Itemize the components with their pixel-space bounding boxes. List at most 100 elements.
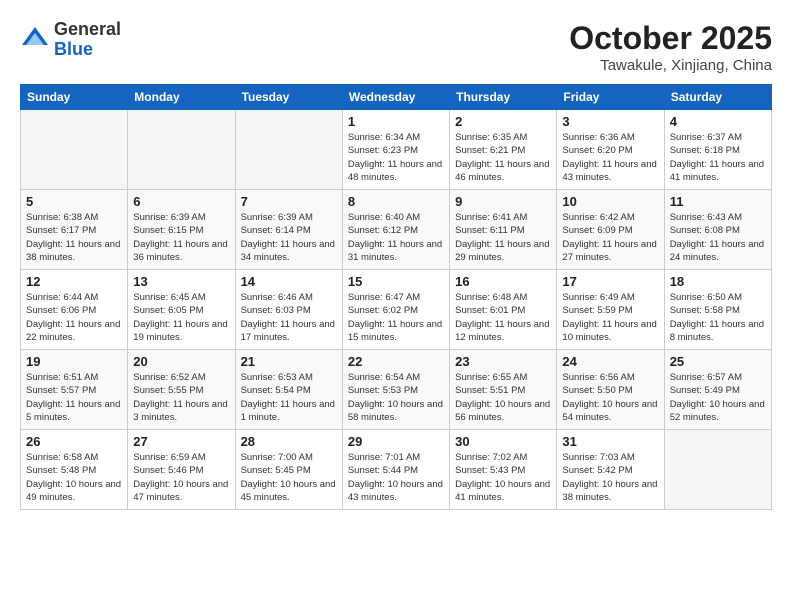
day-info: Sunrise: 6:53 AMSunset: 5:54 PMDaylight:… (241, 371, 337, 424)
day-number: 3 (562, 114, 658, 129)
day-cell: 11Sunrise: 6:43 AMSunset: 6:08 PMDayligh… (664, 190, 771, 270)
day-cell: 30 Sunrise: 7:02 AMSunset: 5:43 PMDayligh… (450, 430, 557, 510)
day-info: Sunrise: 6:44 AMSunset: 6:06 PMDaylight:… (26, 291, 122, 344)
day-number: 1 (348, 114, 444, 129)
day-cell: 22Sunrise: 6:54 AMSunset: 5:53 PMDayligh… (342, 350, 449, 430)
day-cell: 26 Sunrise: 6:58 AMSunset: 5:48 PMDayligh… (21, 430, 128, 510)
day-number: 31 (562, 434, 658, 449)
day-info: Sunrise: 7:02 AMSunset: 5:43 PMDaylight:… (455, 451, 551, 504)
day-info: Sunrise: 6:34 AMSunset: 6:23 PMDaylight:… (348, 131, 444, 184)
day-info: Sunrise: 7:03 AMSunset: 5:42 PMDaylight:… (562, 451, 658, 504)
week-row: 5 Sunrise: 6:38 AMSunset: 6:17 PMDaylight… (21, 190, 772, 270)
day-number: 2 (455, 114, 551, 129)
day-number: 25 (670, 354, 766, 369)
day-number: 12 (26, 274, 122, 289)
day-cell (128, 110, 235, 190)
day-info: Sunrise: 6:42 AMSunset: 6:09 PMDaylight:… (562, 211, 658, 264)
day-cell: 12 Sunrise: 6:44 AMSunset: 6:06 PMDayligh… (21, 270, 128, 350)
day-number: 28 (241, 434, 337, 449)
day-info: Sunrise: 6:36 AMSunset: 6:20 PMDaylight:… (562, 131, 658, 184)
weekday-header: Sunday (21, 85, 128, 110)
week-row: 19 Sunrise: 6:51 AMSunset: 5:57 PMDayligh… (21, 350, 772, 430)
day-info: Sunrise: 6:41 AMSunset: 6:11 PMDaylight:… (455, 211, 551, 264)
day-info: Sunrise: 6:39 AMSunset: 6:14 PMDaylight:… (241, 211, 337, 264)
day-cell: 23 Sunrise: 6:55 AMSunset: 5:51 PMDayligh… (450, 350, 557, 430)
day-cell: 25 Sunrise: 6:57 AMSunset: 5:49 PMDayligh… (664, 350, 771, 430)
day-number: 26 (26, 434, 122, 449)
day-info: Sunrise: 6:55 AMSunset: 5:51 PMDaylight:… (455, 371, 551, 424)
day-cell: 29Sunrise: 7:01 AMSunset: 5:44 PMDayligh… (342, 430, 449, 510)
day-cell: 3 Sunrise: 6:36 AMSunset: 6:20 PMDaylight… (557, 110, 664, 190)
weekday-header: Thursday (450, 85, 557, 110)
day-number: 15 (348, 274, 444, 289)
day-info: Sunrise: 6:38 AMSunset: 6:17 PMDaylight:… (26, 211, 122, 264)
day-number: 7 (241, 194, 337, 209)
day-number: 18 (670, 274, 766, 289)
day-cell: 1 Sunrise: 6:34 AMSunset: 6:23 PMDaylight… (342, 110, 449, 190)
day-number: 30 (455, 434, 551, 449)
day-cell (235, 110, 342, 190)
day-number: 24 (562, 354, 658, 369)
day-number: 10 (562, 194, 658, 209)
day-number: 27 (133, 434, 229, 449)
day-info: Sunrise: 6:43 AMSunset: 6:08 PMDaylight:… (670, 211, 766, 264)
week-row: 12 Sunrise: 6:44 AMSunset: 6:06 PMDayligh… (21, 270, 772, 350)
day-cell: 5 Sunrise: 6:38 AMSunset: 6:17 PMDaylight… (21, 190, 128, 270)
day-cell: 20 Sunrise: 6:52 AMSunset: 5:55 PMDayligh… (128, 350, 235, 430)
day-info: Sunrise: 6:45 AMSunset: 6:05 PMDaylight:… (133, 291, 229, 344)
logo-icon (20, 25, 50, 55)
day-info: Sunrise: 6:40 AMSunset: 6:12 PMDaylight:… (348, 211, 444, 264)
day-cell: 4 Sunrise: 6:37 AMSunset: 6:18 PMDaylight… (664, 110, 771, 190)
day-number: 4 (670, 114, 766, 129)
day-number: 14 (241, 274, 337, 289)
day-cell: 24 Sunrise: 6:56 AMSunset: 5:50 PMDayligh… (557, 350, 664, 430)
day-info: Sunrise: 6:47 AMSunset: 6:02 PMDaylight:… (348, 291, 444, 344)
day-info: Sunrise: 6:39 AMSunset: 6:15 PMDaylight:… (133, 211, 229, 264)
day-info: Sunrise: 6:37 AMSunset: 6:18 PMDaylight:… (670, 131, 766, 184)
day-cell: 9 Sunrise: 6:41 AMSunset: 6:11 PMDaylight… (450, 190, 557, 270)
day-number: 22 (348, 354, 444, 369)
day-info: Sunrise: 6:51 AMSunset: 5:57 PMDaylight:… (26, 371, 122, 424)
day-cell: 13 Sunrise: 6:45 AMSunset: 6:05 PMDayligh… (128, 270, 235, 350)
weekday-header: Friday (557, 85, 664, 110)
day-number: 8 (348, 194, 444, 209)
day-cell: 31 Sunrise: 7:03 AMSunset: 5:42 PMDayligh… (557, 430, 664, 510)
day-cell (664, 430, 771, 510)
day-cell: 17 Sunrise: 6:49 AMSunset: 5:59 PMDayligh… (557, 270, 664, 350)
day-cell: 27 Sunrise: 6:59 AMSunset: 5:46 PMDayligh… (128, 430, 235, 510)
day-cell: 15 Sunrise: 6:47 AMSunset: 6:02 PMDayligh… (342, 270, 449, 350)
day-number: 9 (455, 194, 551, 209)
day-info: Sunrise: 6:58 AMSunset: 5:48 PMDaylight:… (26, 451, 122, 504)
day-cell (21, 110, 128, 190)
day-info: Sunrise: 6:35 AMSunset: 6:21 PMDaylight:… (455, 131, 551, 184)
day-info: Sunrise: 6:56 AMSunset: 5:50 PMDaylight:… (562, 371, 658, 424)
day-info: Sunrise: 6:57 AMSunset: 5:49 PMDaylight:… (670, 371, 766, 424)
day-number: 29 (348, 434, 444, 449)
day-cell: 18 Sunrise: 6:50 AMSunset: 5:58 PMDayligh… (664, 270, 771, 350)
day-cell: 19 Sunrise: 6:51 AMSunset: 5:57 PMDayligh… (21, 350, 128, 430)
day-number: 23 (455, 354, 551, 369)
day-info: Sunrise: 6:50 AMSunset: 5:58 PMDaylight:… (670, 291, 766, 344)
weekday-header: Monday (128, 85, 235, 110)
calendar: SundayMondayTuesdayWednesdayThursdayFrid… (20, 84, 772, 510)
logo-text: General Blue (54, 20, 121, 60)
month-title: October 2025 (569, 20, 772, 57)
day-info: Sunrise: 6:52 AMSunset: 5:55 PMDaylight:… (133, 371, 229, 424)
page-header: General Blue October 2025 Tawakule, Xinj… (20, 20, 772, 74)
day-number: 17 (562, 274, 658, 289)
day-number: 13 (133, 274, 229, 289)
day-cell: 14Sunrise: 6:46 AMSunset: 6:03 PMDayligh… (235, 270, 342, 350)
logo: General Blue (20, 20, 121, 60)
weekday-header: Tuesday (235, 85, 342, 110)
day-info: Sunrise: 6:59 AMSunset: 5:46 PMDaylight:… (133, 451, 229, 504)
logo-blue: Blue (54, 40, 121, 60)
day-info: Sunrise: 6:48 AMSunset: 6:01 PMDaylight:… (455, 291, 551, 344)
week-row: 1 Sunrise: 6:34 AMSunset: 6:23 PMDaylight… (21, 110, 772, 190)
day-number: 20 (133, 354, 229, 369)
day-number: 5 (26, 194, 122, 209)
day-number: 19 (26, 354, 122, 369)
day-cell: 16Sunrise: 6:48 AMSunset: 6:01 PMDayligh… (450, 270, 557, 350)
day-info: Sunrise: 6:49 AMSunset: 5:59 PMDaylight:… (562, 291, 658, 344)
day-cell: 28Sunrise: 7:00 AMSunset: 5:45 PMDayligh… (235, 430, 342, 510)
logo-general: General (54, 20, 121, 40)
